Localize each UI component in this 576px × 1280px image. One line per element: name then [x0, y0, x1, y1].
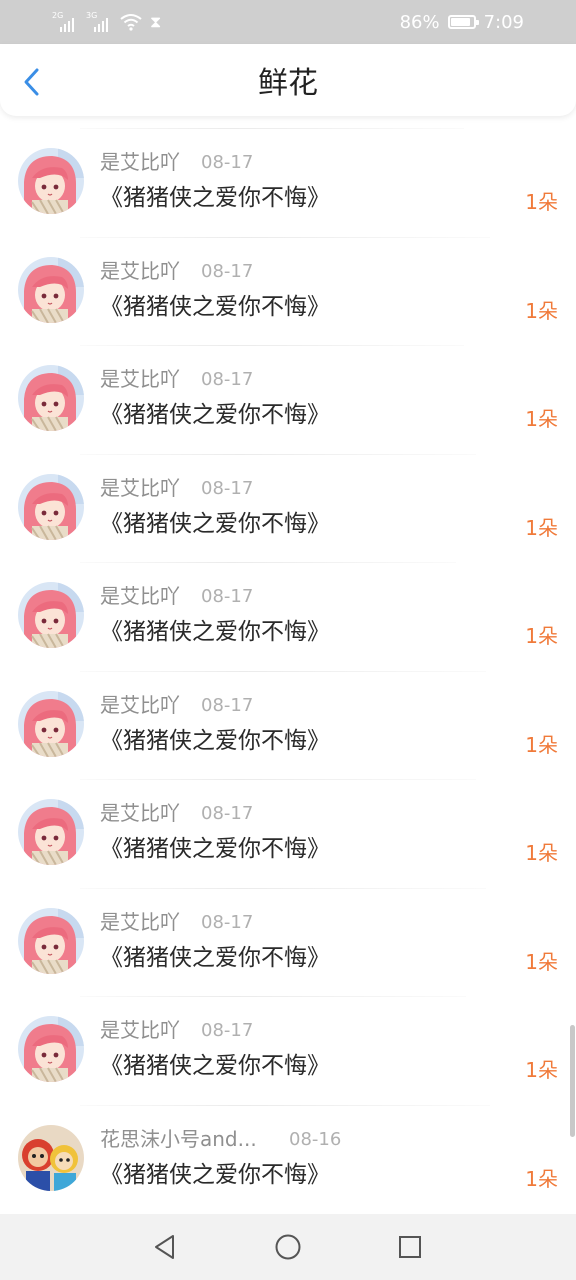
row-divider: [80, 888, 486, 889]
list-item[interactable]: 是艾比吖 08-17 《猪猪侠之爱你不悔》 1朵: [0, 779, 576, 887]
flower-count: 1朵: [525, 1167, 558, 1191]
book-title[interactable]: 《猪猪侠之爱你不悔》: [100, 943, 330, 973]
row-divider: [80, 671, 486, 672]
hourglass-icon: ⧗: [150, 12, 162, 31]
cartoon-hero-avatar[interactable]: [18, 1125, 84, 1191]
signal-icon: 3G: [86, 12, 112, 32]
date: 08-16: [289, 1129, 342, 1150]
pink-hair-avatar[interactable]: [18, 908, 84, 974]
flower-count: 1朵: [525, 407, 558, 431]
date: 08-17: [201, 803, 254, 824]
book-title[interactable]: 《猪猪侠之爱你不悔》: [100, 1051, 330, 1081]
pink-hair-avatar[interactable]: [18, 582, 84, 648]
list-item[interactable]: 是艾比吖 08-17 《猪猪侠之爱你不悔》 1朵: [0, 454, 576, 562]
row-divider: [80, 345, 464, 346]
recents-square-icon: [399, 1236, 421, 1258]
date: 08-17: [201, 586, 254, 607]
pink-hair-avatar[interactable]: [18, 474, 84, 540]
book-title[interactable]: 《猪猪侠之爱你不悔》: [100, 726, 330, 756]
row-divider: [80, 996, 466, 997]
date: 08-17: [201, 478, 254, 499]
list-item[interactable]: 是艾比吖 08-17 《猪猪侠之爱你不悔》 1朵: [0, 671, 576, 779]
status-bar: 2G 3G ⧗ 86% 7:09: [0, 0, 576, 44]
username[interactable]: 花思沫小号and...: [100, 1127, 257, 1151]
row-divider: [80, 1105, 490, 1106]
date: 08-17: [201, 152, 254, 173]
row-divider: [80, 779, 476, 780]
book-title[interactable]: 《猪猪侠之爱你不悔》: [100, 292, 330, 322]
book-title[interactable]: 《猪猪侠之爱你不悔》: [100, 183, 330, 213]
signal-icon: 2G: [52, 12, 78, 32]
flower-count: 1朵: [525, 299, 558, 323]
flower-count: 1朵: [525, 516, 558, 540]
flower-count: 1朵: [525, 733, 558, 757]
book-title[interactable]: 《猪猪侠之爱你不悔》: [100, 1160, 330, 1190]
date: 08-17: [201, 1020, 254, 1041]
nav-home-button[interactable]: [272, 1231, 304, 1263]
list-item[interactable]: 是艾比吖 08-17 《猪猪侠之爱你不悔》 1朵: [0, 562, 576, 670]
username[interactable]: 是艾比吖: [100, 910, 180, 934]
book-title[interactable]: 《猪猪侠之爱你不悔》: [100, 834, 330, 864]
date: 08-17: [201, 912, 254, 933]
pink-hair-avatar[interactable]: [18, 1016, 84, 1082]
list-item[interactable]: 花思沫小号and... 08-16 《猪猪侠之爱你不悔》 1朵: [0, 1105, 576, 1213]
flower-count: 1朵: [525, 1058, 558, 1082]
flower-count: 1朵: [525, 624, 558, 648]
list-item[interactable]: 是艾比吖 08-17 《猪猪侠之爱你不悔》 1朵: [0, 345, 576, 453]
book-title[interactable]: 《猪猪侠之爱你不悔》: [100, 509, 330, 539]
book-title[interactable]: 《猪猪侠之爱你不悔》: [100, 400, 330, 430]
flower-list[interactable]: 是艾比吖 08-17 《猪猪侠之爱你不悔》 1朵 是艾比吖 08-17 《猪猪侠之爱你不悔》…: [0, 116, 576, 1214]
home-circle-icon: [275, 1234, 301, 1260]
list-item[interactable]: 是艾比吖 08-17 《猪猪侠之爱你不悔》 1朵: [0, 996, 576, 1104]
username[interactable]: 是艾比吖: [100, 584, 180, 608]
pink-hair-avatar[interactable]: [18, 799, 84, 865]
battery-icon: [447, 15, 479, 29]
page-title: 鲜花: [258, 66, 318, 101]
row-divider: [80, 237, 490, 238]
date: 08-17: [201, 369, 254, 390]
username[interactable]: 是艾比吖: [100, 259, 180, 283]
flower-count: 1朵: [525, 950, 558, 974]
row-divider: [80, 454, 476, 455]
clock: 7:09: [483, 11, 524, 33]
app-header: 鲜花: [0, 44, 576, 116]
wifi-icon: [120, 14, 142, 31]
battery-percent: 86%: [399, 11, 440, 33]
username[interactable]: 是艾比吖: [100, 1018, 180, 1042]
scrollbar[interactable]: [570, 1025, 575, 1137]
status-right: 86% 7:09: [400, 8, 524, 36]
pink-hair-avatar[interactable]: [18, 257, 84, 323]
list-item[interactable]: 是艾比吖 08-17 《猪猪侠之爱你不悔》 1朵: [0, 888, 576, 996]
row-divider: [80, 128, 464, 129]
flower-count: 1朵: [525, 190, 558, 214]
pink-hair-avatar[interactable]: [18, 365, 84, 431]
date: 08-17: [201, 261, 254, 282]
back-triangle-icon: [155, 1235, 174, 1259]
book-title[interactable]: 《猪猪侠之爱你不悔》: [100, 617, 330, 647]
pink-hair-avatar[interactable]: [18, 148, 84, 214]
list-item[interactable]: 是艾比吖 08-17 《猪猪侠之爱你不悔》 1朵: [0, 237, 576, 345]
list-item[interactable]: 是艾比吖 08-17 《猪猪侠之爱你不悔》 1朵: [0, 128, 576, 236]
nav-back-button[interactable]: [149, 1231, 181, 1263]
username[interactable]: 是艾比吖: [100, 367, 180, 391]
status-left: 2G 3G ⧗: [52, 8, 161, 36]
username[interactable]: 是艾比吖: [100, 476, 180, 500]
username[interactable]: 是艾比吖: [100, 693, 180, 717]
username[interactable]: 是艾比吖: [100, 801, 180, 825]
system-nav-bar: [0, 1214, 576, 1280]
nav-recents-button[interactable]: [394, 1231, 426, 1263]
row-divider: [80, 562, 456, 563]
pink-hair-avatar[interactable]: [18, 691, 84, 757]
flower-count: 1朵: [525, 841, 558, 865]
date: 08-17: [201, 695, 254, 716]
username[interactable]: 是艾比吖: [100, 150, 180, 174]
